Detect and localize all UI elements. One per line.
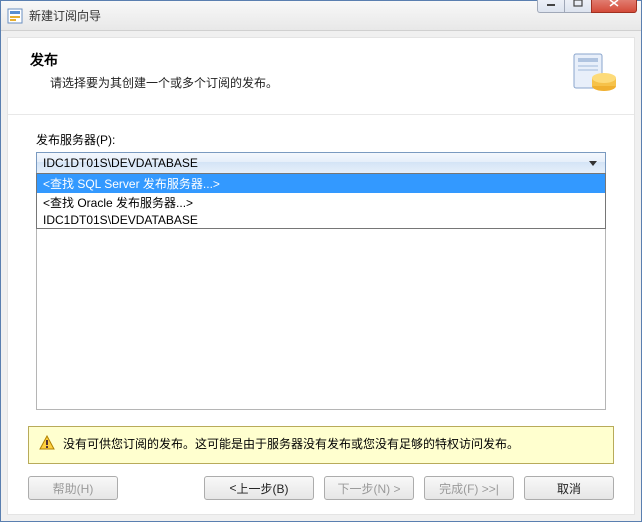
content-area: 发布 请选择要为其创建一个或多个订阅的发布。 发布服务器(P): IDC1DT0…: [7, 37, 635, 515]
page-title: 发布: [30, 50, 558, 70]
app-icon: [7, 8, 23, 24]
wizard-window: 新建订阅向导 发布 请选择要为其创建一个或多个订阅的发布。: [0, 0, 642, 522]
close-icon: [609, 0, 619, 7]
info-message: 没有可供您订阅的发布。这可能是由于服务器没有发布或您没有足够的特权访问发布。: [63, 435, 519, 452]
page-subtitle: 请选择要为其创建一个或多个订阅的发布。: [50, 74, 558, 91]
publisher-selected-value: IDC1DT01S\DEVDATABASE: [43, 156, 589, 170]
cancel-button[interactable]: 取消: [524, 476, 614, 500]
info-bar: 没有可供您订阅的发布。这可能是由于服务器没有发布或您没有足够的特权访问发布。: [28, 426, 614, 464]
dropdown-option[interactable]: <查找 Oracle 发布服务器...>: [37, 193, 605, 212]
publication-icon: [570, 50, 618, 98]
dropdown-option[interactable]: <查找 SQL Server 发布服务器...>: [37, 174, 605, 193]
button-row: 帮助(H) 上一步(B) 下一步(N) > 完成(F) >>| 取消: [8, 464, 634, 514]
help-button[interactable]: 帮助(H): [28, 476, 118, 500]
dropdown-arrow-icon: [589, 161, 597, 166]
wizard-header: 发布 请选择要为其创建一个或多个订阅的发布。: [8, 38, 634, 115]
window-buttons: [538, 0, 637, 13]
maximize-icon: [573, 0, 583, 7]
header-text: 发布 请选择要为其创建一个或多个订阅的发布。: [30, 50, 558, 91]
dropdown-option[interactable]: IDC1DT01S\DEVDATABASE: [37, 212, 605, 228]
wizard-body: 发布服务器(P): IDC1DT01S\DEVDATABASE <查找 SQL …: [8, 115, 634, 418]
minimize-icon: [546, 0, 556, 7]
titlebar[interactable]: 新建订阅向导: [1, 1, 641, 31]
next-button[interactable]: 下一步(N) >: [324, 476, 414, 500]
maximize-button[interactable]: [564, 0, 592, 13]
close-button[interactable]: [591, 0, 637, 13]
publisher-label: 发布服务器(P):: [36, 131, 606, 148]
publisher-combobox[interactable]: IDC1DT01S\DEVDATABASE <查找 SQL Server 发布服…: [36, 152, 606, 174]
finish-button[interactable]: 完成(F) >>|: [424, 476, 514, 500]
window-title: 新建订阅向导: [29, 7, 538, 24]
warning-icon: [39, 435, 55, 451]
back-button[interactable]: 上一步(B): [204, 476, 314, 500]
minimize-button[interactable]: [537, 0, 565, 13]
publisher-dropdown: <查找 SQL Server 发布服务器...> <查找 Oracle 发布服务…: [36, 173, 606, 229]
